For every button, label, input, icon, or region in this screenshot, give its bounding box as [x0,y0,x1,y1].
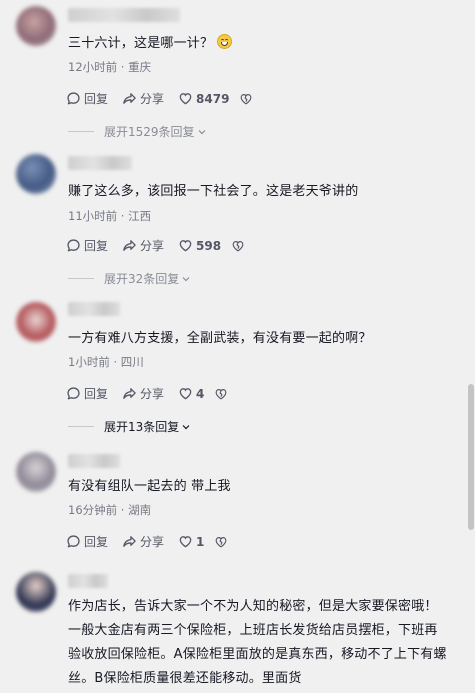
comment-text: 有没有组队一起去的 带上我 [68,479,231,494]
scrollbar-thumb[interactable] [468,384,474,530]
reply-button[interactable]: 回复 [66,237,108,254]
broken-heart-icon [232,240,244,251]
chevron-down-icon [182,424,190,429]
reply-button[interactable]: 回复 [66,90,108,107]
avatar[interactable] [16,452,56,492]
username-blurred[interactable] [68,156,132,170]
like-button[interactable]: 1 [178,534,204,549]
share-button[interactable]: 分享 [122,385,164,402]
expand-replies-button[interactable]: 展开32条回复 [68,270,191,287]
divider-line [68,131,94,132]
grinning-emoji-icon [217,34,233,49]
comment-meta: 12小时前 · 重庆 [68,60,152,74]
avatar[interactable] [16,6,56,46]
comment-item: 赚了这么多，该回报一下社会了。这是老天爷讲的 11小时前 · 江西 回复 分享 … [0,150,462,296]
share-arrow-icon [123,93,136,104]
reply-button[interactable]: 回复 [66,533,108,550]
share-button[interactable]: 分享 [122,237,164,254]
comment-actions: 回复 分享 598 [66,237,262,254]
comment-text: 三十六计，这是哪一计？ [68,32,452,56]
chevron-down-icon [198,129,205,134]
share-arrow-icon [123,240,136,251]
comment-text: 赚了这么多，该回报一下社会了。这是老天爷讲的 [68,184,359,199]
dislike-button[interactable] [214,535,231,549]
broken-heart-icon [241,93,252,104]
comment-actions: 回复 分享 1 [66,533,245,550]
comment-text: 一方有难八方支援，全副武装，有没有要一起的啊？ [68,331,372,346]
comment-meta: 11小时前 · 江西 [68,209,152,223]
comment-actions: 回复 分享 8479 [66,90,270,107]
like-count: 8479 [196,91,230,106]
reply-button[interactable]: 回复 [66,385,108,402]
scrollbar-track[interactable] [467,0,475,693]
comment-item: 有没有组队一起去的 带上我 16分钟前 · 湖南 回复 分享 1 [0,444,462,562]
dislike-button[interactable] [239,92,256,106]
chevron-down-icon [182,276,190,281]
reply-bubble-icon [67,92,80,105]
reply-bubble-icon [67,239,80,252]
comment-actions: 回复 分享 4 [66,385,245,402]
heart-icon [179,240,192,252]
share-arrow-icon [123,388,136,399]
reply-bubble-icon [67,535,80,548]
broken-heart-icon [216,388,227,399]
heart-icon [179,536,192,548]
comment-text: 作为店长，告诉大家一个不为人知的秘密，但是大家要保密哦！一般大金店有两三个保险柜… [68,599,447,686]
like-button[interactable]: 8479 [178,91,229,106]
comment-item: 作为店长，告诉大家一个不为人知的秘密，但是大家要保密哦！一般大金店有两三个保险柜… [0,562,462,693]
divider-line [68,426,94,427]
like-count: 598 [196,238,222,253]
heart-icon [179,93,192,105]
share-button[interactable]: 分享 [122,90,164,107]
comment-item: 一方有难八方支援，全副武装，有没有要一起的啊？ 1小时前 · 四川 回复 分享 … [0,296,462,444]
heart-icon [179,388,192,400]
like-count: 4 [196,386,205,401]
username-blurred[interactable] [68,454,120,468]
like-count: 1 [196,534,205,549]
comment-list: 三十六计，这是哪一计？ 12小时前 · 重庆 回复 分享 8479 展开1529… [0,0,475,693]
comment-meta: 16分钟前 · 湖南 [68,503,152,517]
avatar[interactable] [16,302,56,342]
broken-heart-icon [216,536,227,547]
comment-meta: 1小时前 · 四川 [68,355,144,369]
like-button[interactable]: 4 [178,386,204,401]
like-button[interactable]: 598 [178,238,221,253]
dislike-button[interactable] [231,239,248,253]
username-blurred[interactable] [68,574,108,588]
share-arrow-icon [123,536,136,547]
username-blurred[interactable] [68,8,180,22]
avatar[interactable] [16,572,56,612]
username-blurred[interactable] [68,302,120,316]
reply-bubble-icon [67,387,80,400]
expand-replies-button[interactable]: 展开13条回复 [68,418,191,435]
dislike-button[interactable] [214,387,231,401]
avatar[interactable] [16,154,56,194]
share-button[interactable]: 分享 [122,533,164,550]
comment-item: 三十六计，这是哪一计？ 12小时前 · 重庆 回复 分享 8479 展开1529… [0,0,462,150]
divider-line [68,278,94,279]
expand-replies-button[interactable]: 展开1529条回复 [68,123,207,140]
